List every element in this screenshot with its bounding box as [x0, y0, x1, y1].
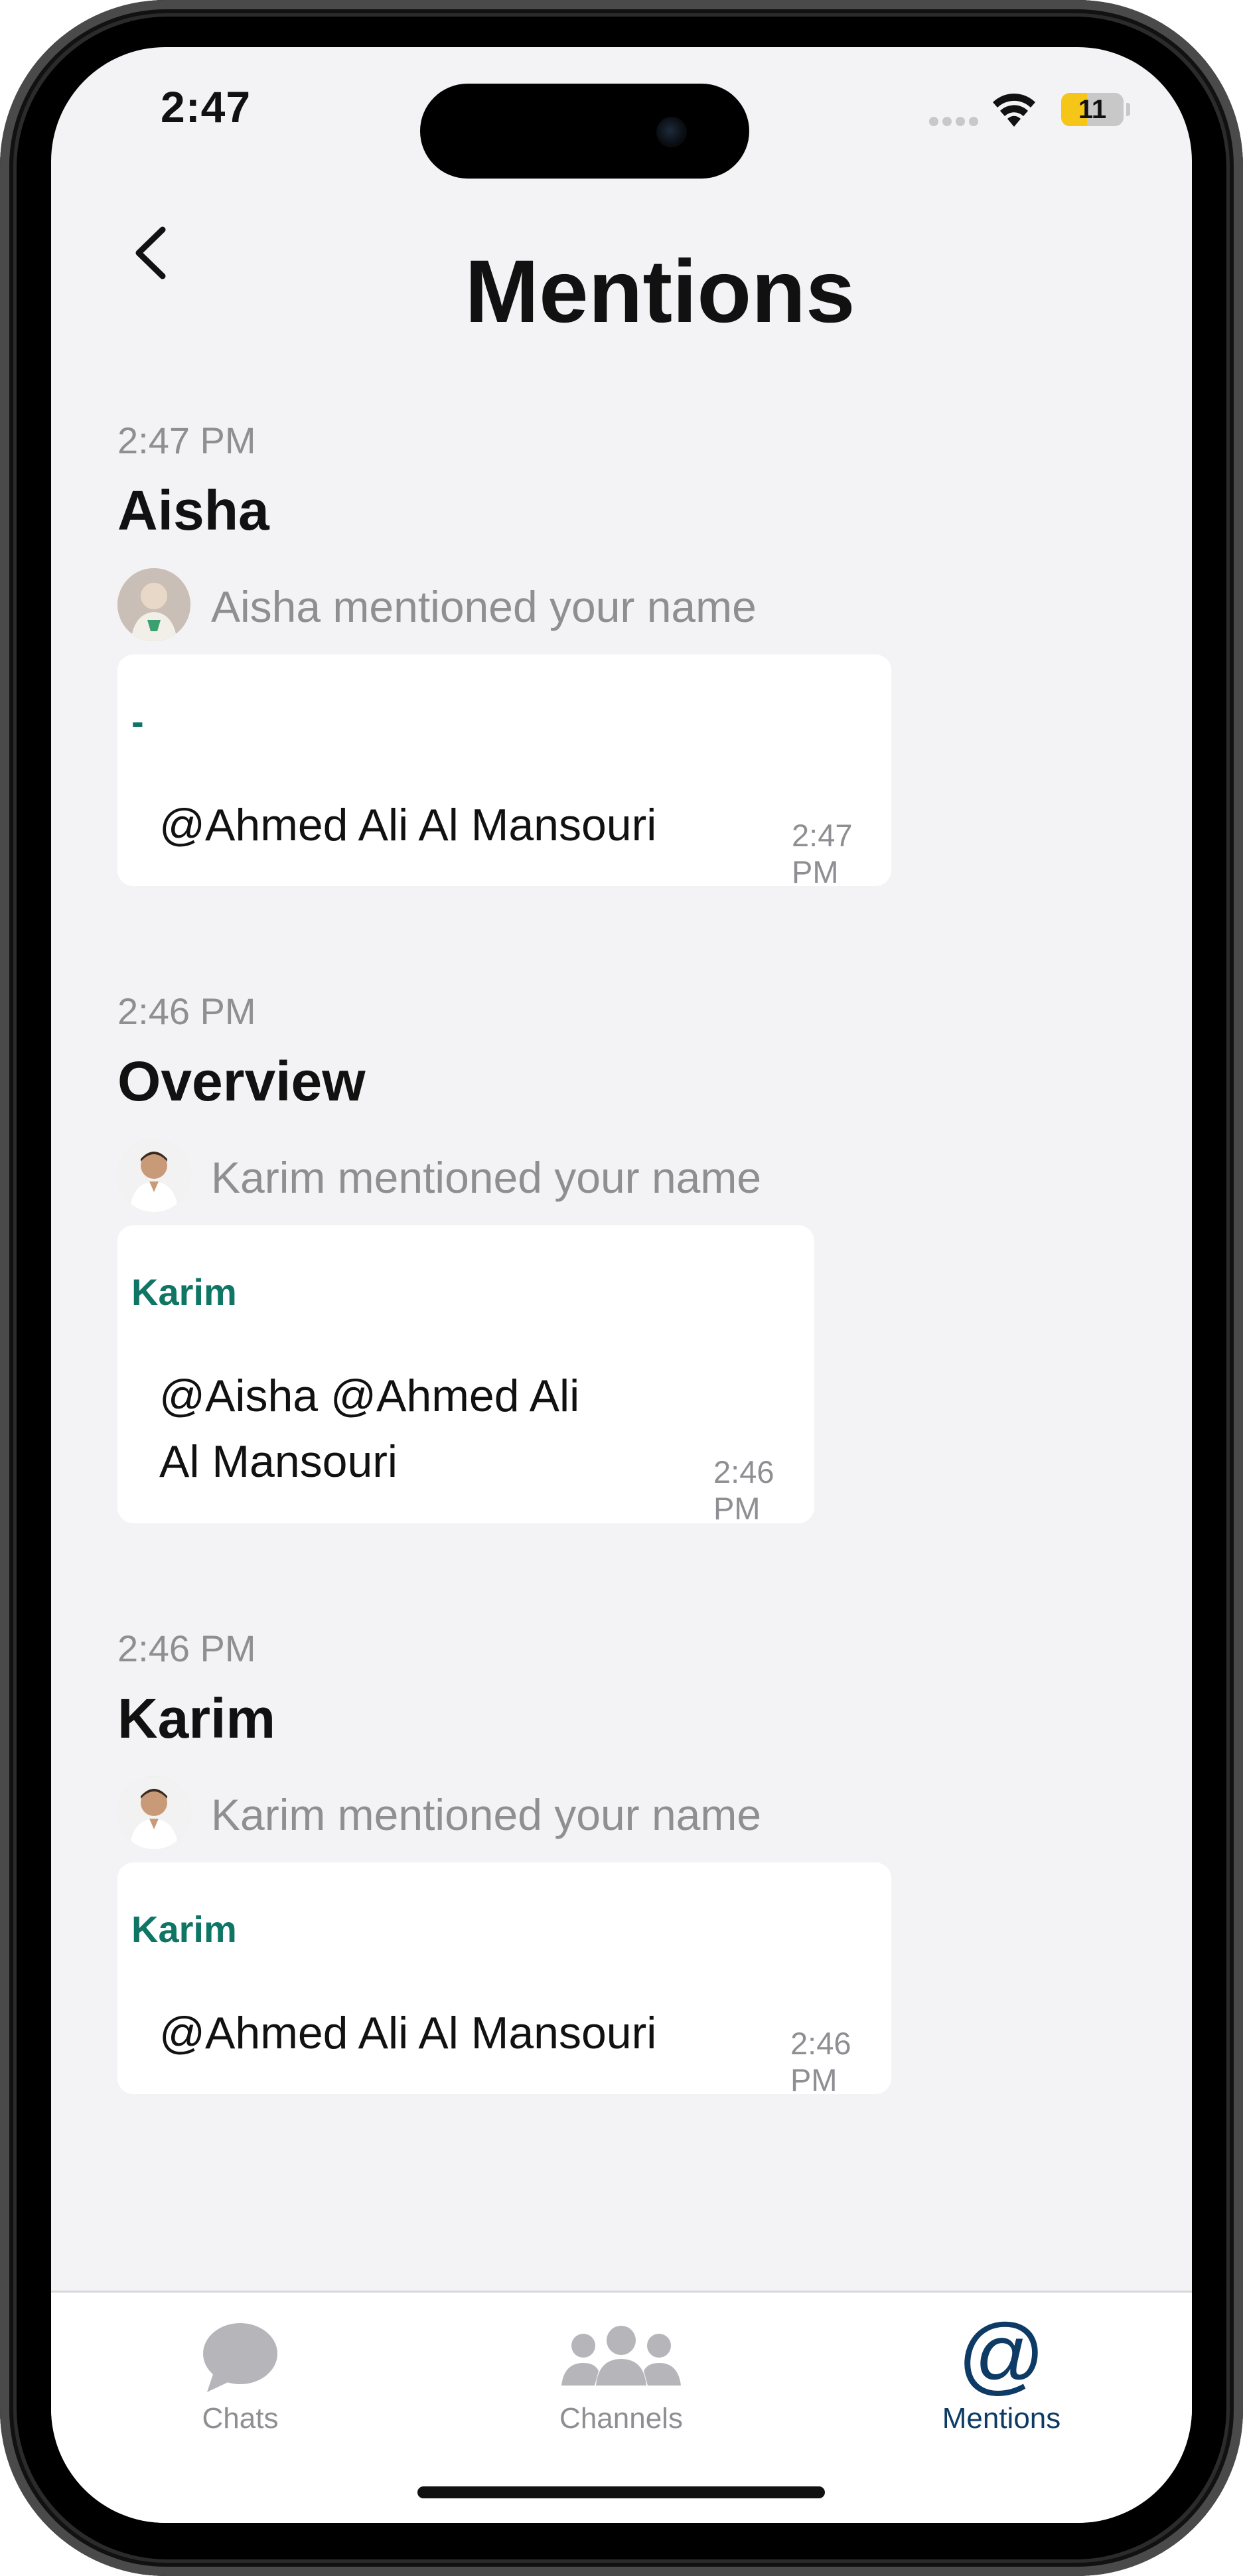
mention-time: 2:46 PM: [117, 990, 256, 1032]
message-card[interactable]: Karim @Aisha @Ahmed Ali Al Mansouri 2:46…: [117, 1225, 814, 1526]
home-indicator: [417, 2486, 825, 2498]
message-body: @Ahmed Ali Al Mansouri: [159, 793, 656, 858]
page-title: Mentions: [465, 242, 855, 341]
tab-label: Chats: [202, 2402, 279, 2435]
camera-icon: [656, 117, 687, 147]
message-line: @Aisha @Ahmed Ali: [159, 1371, 580, 1421]
message-card[interactable]: Karim @Ahmed Ali Al Mansouri 2:46 PM: [117, 1862, 891, 2097]
tab-label: Channels: [559, 2402, 683, 2435]
mention-description: Karim mentioned your name: [211, 1153, 762, 1202]
battery-cap: [1126, 103, 1130, 116]
mention-time: 2:47 PM: [117, 419, 256, 461]
message-line: Al Mansouri: [159, 1436, 398, 1487]
message-card[interactable]: - @Ahmed Ali Al Mansouri 2:47 PM: [117, 654, 891, 889]
message-time: 2:46 PM: [790, 2026, 851, 2097]
tab-channels[interactable]: Channels: [488, 2293, 754, 2445]
mention-time: 2:46 PM: [117, 1628, 256, 1669]
message-line: @Ahmed Ali Al Mansouri: [159, 800, 657, 850]
message-line: @Ahmed Ali Al Mansouri: [159, 2008, 657, 2058]
mention-title: Aisha: [117, 479, 269, 542]
message-time: 2:46 PM: [713, 1454, 774, 1526]
at-sign-icon: @: [958, 2306, 1045, 2403]
message-body: @Ahmed Ali Al Mansouri: [159, 2001, 656, 2066]
avatar: [117, 568, 190, 641]
screen: 2:47 11 Mentions 2:47 PM Aisha Aisha men…: [51, 47, 1192, 2523]
chat-bubble-icon: [203, 2323, 277, 2392]
message-time: 2:47 PM: [792, 818, 853, 889]
mention-title: Karim: [117, 1687, 276, 1750]
mention-description: Karim mentioned your name: [211, 1790, 762, 1839]
status-bar: 2:47 11: [51, 47, 1192, 179]
dynamic-island: [420, 84, 749, 179]
wifi-icon: [993, 94, 1035, 127]
battery-level: 11: [1078, 95, 1107, 124]
avatar: [117, 1139, 190, 1212]
mention-title: Overview: [117, 1050, 366, 1112]
battery-icon: 11: [1061, 93, 1124, 126]
people-group-icon: [561, 2326, 681, 2386]
message-sender: -: [131, 700, 144, 742]
cellular-signal-icon: [929, 117, 980, 126]
status-time: 2:47: [161, 82, 252, 131]
tab-chats[interactable]: Chats: [108, 2293, 373, 2445]
svg-text:@: @: [958, 2306, 1045, 2403]
tab-mentions[interactable]: @ Mentions: [869, 2293, 1134, 2445]
message-body: @Aisha @Ahmed Ali Al Mansouri: [159, 1363, 579, 1495]
tab-label: Mentions: [942, 2402, 1061, 2435]
message-sender: Karim: [131, 1271, 237, 1313]
message-sender: Karim: [131, 1908, 237, 1950]
avatar: [117, 1776, 190, 1849]
mention-description: Aisha mentioned your name: [211, 582, 757, 631]
